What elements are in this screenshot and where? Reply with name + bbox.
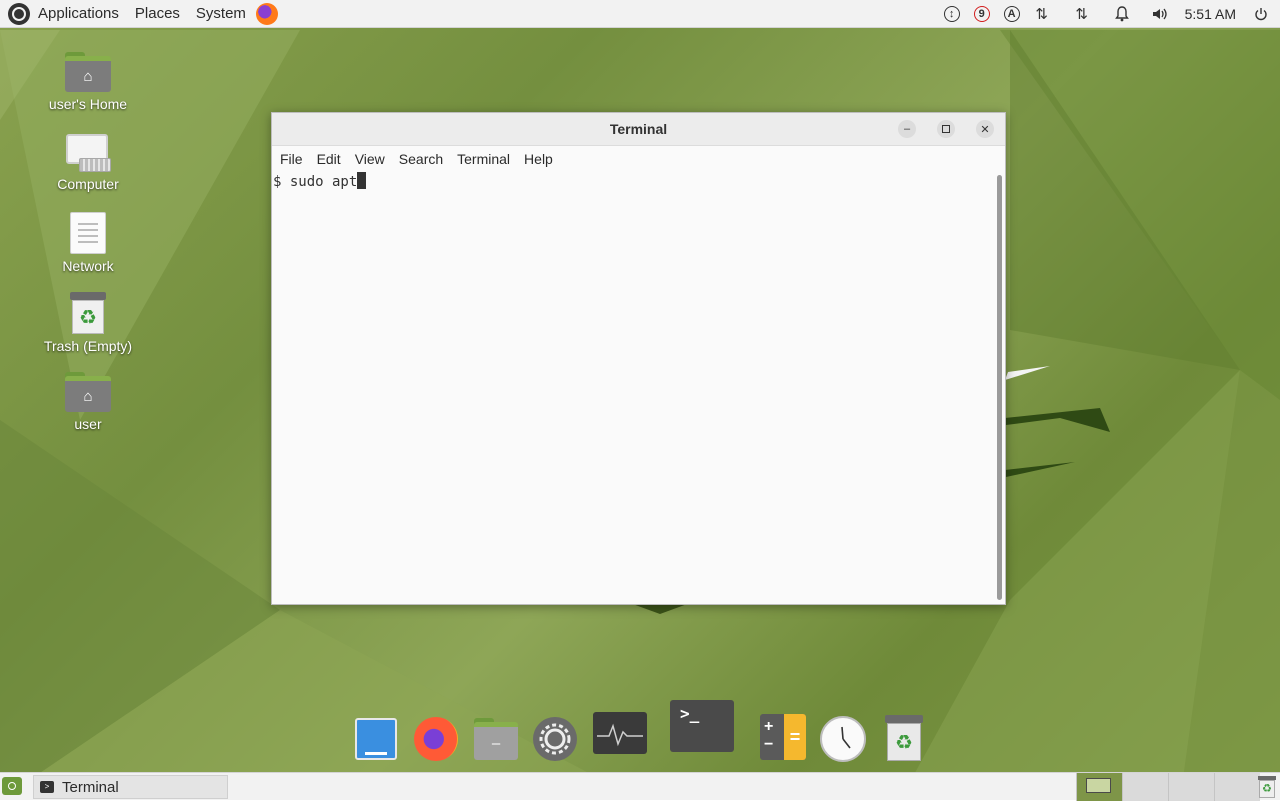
network-icon[interactable]: ⇅ [1031,3,1053,25]
menu-places[interactable]: Places [127,0,188,28]
computer-icon [65,132,111,172]
dock: – >_ = + − ♻ [350,700,930,770]
clock-icon[interactable] [820,716,866,762]
menu-file[interactable]: File [273,151,310,167]
network-icon [70,212,106,254]
desktop-icon-network[interactable]: Network [28,212,148,274]
show-desktop-icon[interactable] [2,777,22,795]
desktop-icon-label: Trash (Empty) [43,338,133,354]
desktop-icon-user[interactable]: ⌂ user [28,372,148,432]
home-folder-icon: ⌂ [65,372,111,412]
terminal-content[interactable]: $ sudo apt [272,172,997,604]
workspace-2[interactable] [1122,773,1168,801]
menu-edit[interactable]: Edit [310,151,348,167]
terminal-line: $ sudo apt [273,174,358,190]
terminal-window: Terminal – ✕ File Edit View Search Termi… [271,112,1006,605]
text-cursor [357,172,367,189]
scrollbar[interactable] [997,175,1002,600]
close-icon: ✕ [980,123,990,136]
system-monitor-icon[interactable] [593,712,647,754]
desktop-icon-label: user's Home [48,96,128,112]
menu-help[interactable]: Help [517,151,560,167]
menu-view[interactable]: View [348,151,392,167]
window-title: Terminal [609,121,668,137]
desktop-icon-trash[interactable]: ♻ Trash (Empty) [28,292,148,354]
workspace-1[interactable] [1076,773,1122,801]
volume-icon[interactable] [1149,3,1171,25]
distro-logo-icon[interactable] [8,2,30,25]
update-indicator-icon[interactable]: ↕ [941,3,963,25]
terminal-icon[interactable]: >_ [670,700,734,752]
desktop-icon-label: user [74,416,102,432]
window-menubar: File Edit View Search Terminal Help [272,146,1005,172]
menu-applications[interactable]: Applications [30,0,127,28]
close-button[interactable]: ✕ [976,120,994,138]
trash-icon: ♻ [70,292,106,334]
menu-system[interactable]: System [188,0,254,28]
calculator-icon[interactable]: = + − [760,714,806,760]
bottom-panel: > Terminal ♻ [0,772,1280,801]
desktop-icon-label: Computer [57,176,119,192]
clock[interactable]: 5:51 AM [1185,6,1236,22]
bell-icon[interactable] [1111,3,1133,25]
network-wired-icon[interactable]: ⇅ [1071,3,1093,25]
home-folder-icon: ⌂ [65,52,111,92]
maximize-button[interactable] [937,120,955,138]
menu-terminal[interactable]: Terminal [450,151,517,167]
taskbar-terminal-button[interactable]: > Terminal [33,775,228,799]
menu-search[interactable]: Search [392,151,450,167]
window-icon[interactable] [355,718,397,760]
trash-applet-icon[interactable]: ♻ [1258,776,1276,798]
taskbar-label: Terminal [62,778,119,796]
desktop-icon-label: Network [62,258,114,274]
desktop-icon-computer[interactable]: Computer [28,132,148,192]
terminal-small-icon: > [40,781,54,793]
firefox-icon[interactable] [414,717,458,761]
notification-count-badge[interactable]: 9 [971,3,993,25]
keyboard-layout-indicator[interactable]: A [1001,3,1023,25]
system-tray: ↕ 9 A ⇅ ⇅ 5:51 AM [937,0,1280,28]
top-panel: Applications Places System ↕ 9 A ⇅ ⇅ 5:5… [0,0,1280,28]
workspace-4[interactable] [1214,773,1260,801]
settings-icon[interactable] [533,717,577,761]
maximize-icon [942,125,950,133]
desktop-icon-home[interactable]: ⌂ user's Home [28,52,148,112]
files-icon[interactable]: – [474,718,518,760]
minimize-button[interactable]: – [898,120,916,138]
window-titlebar[interactable]: Terminal – ✕ [272,113,1005,146]
minimize-icon: – [903,123,911,135]
firefox-launcher-icon[interactable] [255,2,278,25]
workspace-3[interactable] [1168,773,1214,801]
power-icon[interactable] [1250,3,1272,25]
trash-icon[interactable]: ♻ [885,715,923,761]
